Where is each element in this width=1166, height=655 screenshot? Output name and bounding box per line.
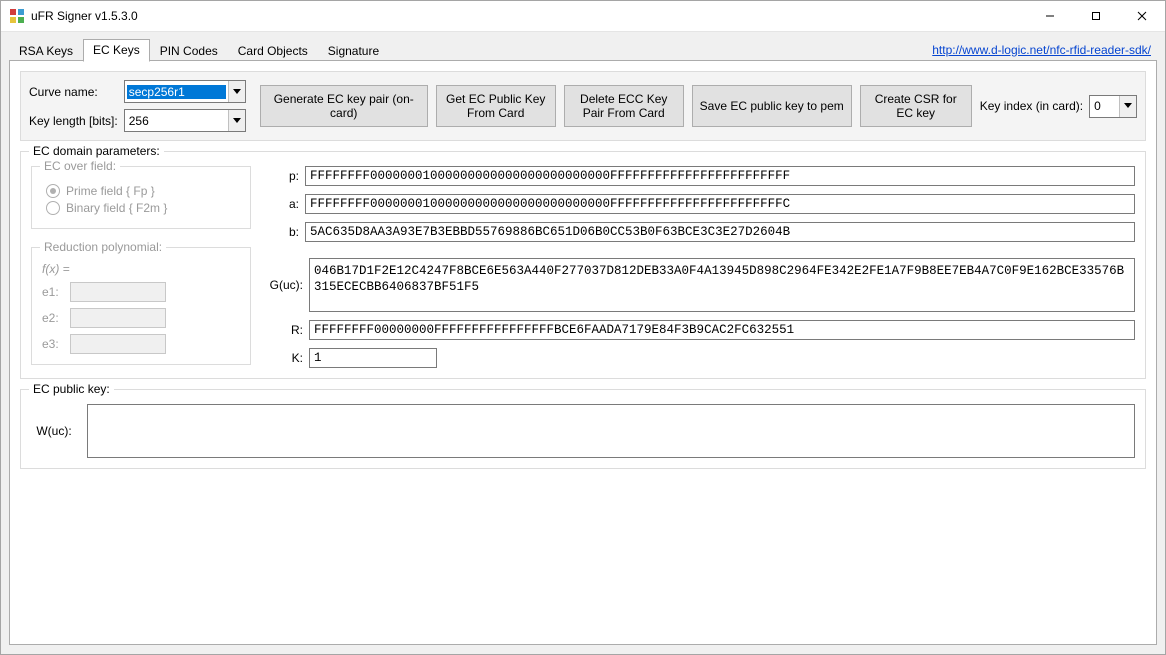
ec-over-field-legend: EC over field: — [40, 159, 120, 173]
ec-public-key-fieldset: EC public key: W(uc): — [20, 389, 1146, 469]
e2-input — [70, 308, 166, 328]
p-label: p: — [265, 169, 299, 183]
curve-name-label: Curve name: — [29, 85, 118, 99]
radio-icon — [46, 201, 60, 215]
tab-rsa-keys[interactable]: RSA Keys — [9, 40, 83, 62]
curve-name-combo[interactable]: secp256r1 — [124, 80, 246, 103]
ec-public-key-legend: EC public key: — [29, 382, 114, 396]
chevron-down-icon — [228, 81, 245, 102]
r-input[interactable] — [309, 320, 1135, 340]
tab-content-ec-keys: Curve name: secp256r1 Key length [bits]:… — [9, 60, 1157, 645]
top-panel: Curve name: secp256r1 Key length [bits]:… — [20, 71, 1146, 141]
sdk-link[interactable]: http://www.d-logic.net/nfc-rfid-reader-s… — [932, 43, 1151, 57]
w-input[interactable] — [87, 404, 1135, 458]
tab-ec-keys[interactable]: EC Keys — [83, 39, 150, 62]
fx-label: f(x) = — [42, 262, 240, 276]
tab-signature[interactable]: Signature — [318, 40, 389, 62]
k-label: K: — [265, 351, 303, 365]
chevron-down-icon — [1119, 96, 1136, 117]
chevron-down-icon — [228, 110, 245, 131]
a-label: a: — [265, 197, 299, 211]
window-title: uFR Signer v1.5.3.0 — [31, 9, 138, 23]
maximize-button[interactable] — [1073, 1, 1119, 31]
minimize-button[interactable] — [1027, 1, 1073, 31]
curve-name-value: secp256r1 — [127, 85, 226, 99]
binary-field-radio: Binary field { F2m } — [46, 201, 240, 215]
radio-icon — [46, 184, 60, 198]
key-index-combo[interactable]: 0 — [1089, 95, 1137, 118]
g-input[interactable] — [309, 258, 1135, 312]
key-index-value: 0 — [1090, 99, 1119, 113]
prime-field-label: Prime field { Fp } — [66, 184, 155, 198]
p-input[interactable] — [305, 166, 1135, 186]
e2-label: e2: — [42, 311, 70, 325]
key-index-label: Key index (in card): — [980, 99, 1083, 113]
key-length-label: Key length [bits]: — [29, 114, 118, 128]
w-label: W(uc): — [31, 424, 77, 438]
e3-input — [70, 334, 166, 354]
a-input[interactable] — [305, 194, 1135, 214]
tab-pin-codes[interactable]: PIN Codes — [150, 40, 228, 62]
sdk-link-area: http://www.d-logic.net/nfc-rfid-reader-s… — [932, 43, 1157, 57]
g-label: G(uc): — [265, 278, 303, 292]
e1-input — [70, 282, 166, 302]
app-window: uFR Signer v1.5.3.0 RSA Keys EC Keys PIN… — [0, 0, 1166, 655]
k-input[interactable] — [309, 348, 437, 368]
key-length-value: 256 — [125, 114, 228, 128]
b-label: b: — [265, 225, 299, 239]
tab-area: RSA Keys EC Keys PIN Codes Card Objects … — [1, 32, 1165, 61]
reduction-polynomial-legend: Reduction polynomial: — [40, 240, 166, 254]
prime-field-radio: Prime field { Fp } — [46, 184, 240, 198]
delete-ecc-keypair-button[interactable]: Delete ECC Key Pair From Card — [564, 85, 684, 127]
get-ec-public-key-button[interactable]: Get EC Public Key From Card — [436, 85, 556, 127]
create-csr-ec-button[interactable]: Create CSR for EC key — [860, 85, 972, 127]
ec-over-field-fieldset: EC over field: Prime field { Fp } Binary… — [31, 166, 251, 229]
r-label: R: — [265, 323, 303, 337]
ec-domain-fieldset: EC domain parameters: EC over field: Pri… — [20, 151, 1146, 379]
b-input[interactable] — [305, 222, 1135, 242]
close-button[interactable] — [1119, 1, 1165, 31]
generate-ec-keypair-button[interactable]: Generate EC key pair (on-card) — [260, 85, 428, 127]
e1-label: e1: — [42, 285, 70, 299]
reduction-polynomial-fieldset: Reduction polynomial: f(x) = e1: e2: e3: — [31, 247, 251, 365]
save-ec-pubkey-pem-button[interactable]: Save EC public key to pem — [692, 85, 852, 127]
tab-card-objects[interactable]: Card Objects — [228, 40, 318, 62]
ec-domain-legend: EC domain parameters: — [29, 144, 164, 158]
binary-field-label: Binary field { F2m } — [66, 201, 167, 215]
titlebar: uFR Signer v1.5.3.0 — [1, 1, 1165, 32]
e3-label: e3: — [42, 337, 70, 351]
key-length-combo[interactable]: 256 — [124, 109, 246, 132]
app-icon — [9, 8, 25, 24]
